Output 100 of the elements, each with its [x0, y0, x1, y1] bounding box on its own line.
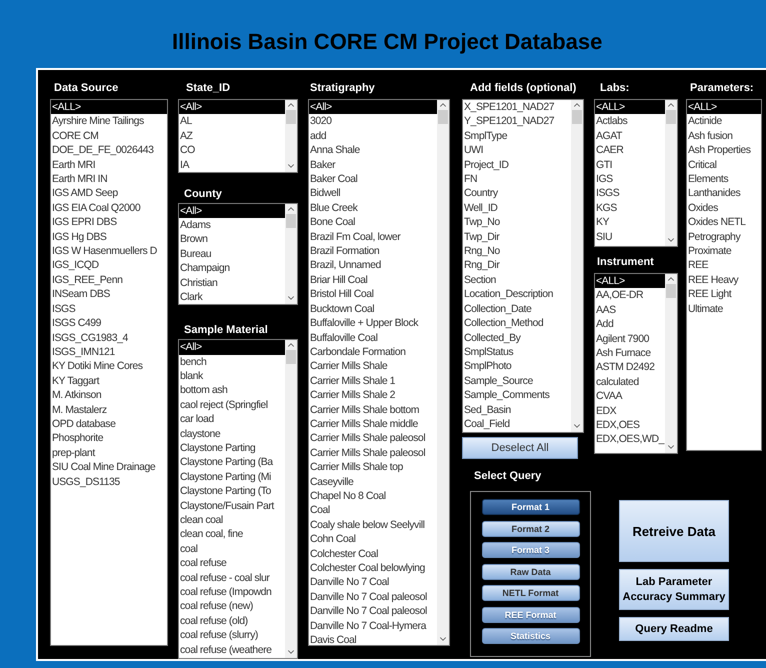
list-item[interactable]: coal refuse (Impowdn [179, 585, 285, 600]
list-item[interactable]: Carrier Mills Shale 2 [309, 388, 437, 403]
list-item[interactable]: Danville No 7 Coal paleosol [309, 590, 437, 604]
list-item[interactable]: coal refuse (slurry) [179, 628, 285, 643]
list-item[interactable]: bench [179, 354, 285, 369]
list-item[interactable]: coal refuse (new) [179, 599, 285, 614]
list-item[interactable]: Rng_No [463, 244, 571, 258]
list-item[interactable]: Rng_Dir [463, 258, 571, 273]
scroll-thumb[interactable] [666, 284, 676, 298]
list-box[interactable]: <All> AL AZ CO IA [178, 98, 298, 173]
list-item[interactable]: Bidwell [309, 186, 437, 201]
list-item[interactable]: <All> [179, 340, 285, 355]
list-item[interactable]: Brazil Fm Coal, lower [309, 230, 437, 244]
list-item[interactable]: CVAA [595, 389, 665, 404]
list-item[interactable]: Critical [687, 158, 761, 172]
list-item[interactable]: Proximate [687, 244, 761, 258]
list-item[interactable]: IGS_ICQD [51, 258, 167, 273]
list-item[interactable]: Location_Description [463, 287, 571, 302]
list-item[interactable]: INSeam DBS [51, 287, 167, 302]
scrollbar[interactable] [285, 204, 297, 304]
scrollbar[interactable] [665, 274, 677, 453]
list-box[interactable]: <ALL> Actinide Ash fusion Ash Properties Critical Elements Lanthanides Oxides Oxides NETL Petrography Proximate REE REE Heavy REE Light Ultimate [686, 99, 762, 451]
list-item[interactable]: clean coal [179, 513, 285, 528]
list-item[interactable]: Baker Coal [309, 172, 437, 186]
list-item[interactable]: CO [179, 143, 285, 158]
list-item[interactable]: AA,OE-DR [595, 288, 665, 303]
list-item[interactable]: Petrography [687, 230, 761, 244]
list-item[interactable]: ASTM D2492 [595, 360, 665, 375]
query-option[interactable]: NETL Format [482, 585, 580, 601]
list-item[interactable]: Collection_Date [463, 302, 571, 316]
list-item[interactable]: add [309, 128, 437, 144]
list-item[interactable]: <ALL> [51, 100, 167, 114]
list-item[interactable]: Oxides [687, 200, 761, 216]
scrollbar[interactable] [285, 340, 297, 658]
list-item[interactable]: DOE_DE_FE_0026443 [51, 143, 167, 158]
list-item[interactable]: Oxides NETL [687, 215, 761, 230]
list-item[interactable]: Danville No 7 Coal paleosol [309, 604, 437, 619]
list-item[interactable]: <All> [179, 100, 285, 114]
list-item[interactable]: coal refuse (weathere [179, 642, 285, 658]
list-item[interactable]: Ash Properties [687, 143, 761, 158]
list-item[interactable]: caol reject (Springfiel [179, 398, 285, 412]
list-item[interactable]: AAS [595, 302, 665, 318]
list-item[interactable]: car load [179, 412, 285, 427]
list-item[interactable]: bottom ash [179, 383, 285, 398]
list-item[interactable]: Claystone Parting (To [179, 484, 285, 499]
list-item[interactable]: Ash Furnace [595, 346, 665, 360]
action-button[interactable]: Retreive Data [619, 500, 729, 562]
list-item[interactable]: IGS Hg DBS [51, 230, 167, 244]
list-item[interactable]: Twp_Dir [463, 230, 571, 244]
list-item[interactable]: ISGS C499 [51, 316, 167, 330]
list-item[interactable]: Claystone Parting (Ba [179, 455, 285, 470]
list-item[interactable]: SIU [595, 230, 665, 244]
list-item[interactable]: KGS [595, 200, 665, 216]
list-item[interactable]: SIU Coal Mine Drainage [51, 460, 167, 475]
list-item[interactable]: <All> [179, 204, 285, 218]
query-option[interactable]: Format 1 [482, 499, 580, 515]
list-item[interactable]: ISGS_CG1983_4 [51, 330, 167, 345]
list-item[interactable]: <ALL> [595, 274, 665, 288]
list-item[interactable]: Brazil, Unnamed [309, 258, 437, 273]
list-item[interactable]: Section [463, 272, 571, 288]
list-item[interactable]: prep-plant [51, 446, 167, 460]
list-item[interactable]: IGS EIA Coal Q2000 [51, 200, 167, 216]
list-item[interactable]: Phosphorite [51, 431, 167, 446]
list-item[interactable]: Chapel No 8 Coal [309, 488, 437, 504]
list-item[interactable]: Danville No 7 Coal-Hymera [309, 618, 437, 634]
list-item[interactable]: SmplType [463, 128, 571, 144]
list-item[interactable]: Davis Coal [309, 633, 437, 645]
list-item[interactable]: Brown [179, 232, 285, 247]
list-item[interactable]: Clark [179, 290, 285, 304]
list-item[interactable]: Elements [687, 172, 761, 186]
list-item[interactable]: IGS [595, 172, 665, 186]
list-item[interactable]: M. Mastalerz [51, 402, 167, 417]
list-item[interactable]: REE Heavy [687, 272, 761, 288]
list-item[interactable]: FN [463, 172, 571, 186]
list-item[interactable]: Christian [179, 276, 285, 290]
list-item[interactable]: M. Atkinson [51, 388, 167, 403]
list-box[interactable]: <All> Adams Brown Bureau Champaign Christian Clark [178, 202, 298, 306]
list-item[interactable]: UWI [463, 143, 571, 158]
list-item[interactable]: Colchester Coal [309, 546, 437, 561]
list-item[interactable]: Baker [309, 158, 437, 172]
list-item[interactable]: Claystone Parting [179, 441, 285, 456]
list-item[interactable]: IGS AMD Seep [51, 186, 167, 201]
list-item[interactable]: Caseyville [309, 474, 437, 489]
list-box[interactable] [308, 99, 450, 646]
list-item[interactable]: CAER [595, 143, 665, 158]
list-item[interactable]: AZ [179, 128, 285, 144]
list-item[interactable]: Sed_Basin [463, 402, 571, 417]
list-item[interactable]: IGS_REE_Penn [51, 272, 167, 288]
action-button[interactable]: Lab Parameter Accuracy Summary [619, 569, 729, 610]
list-item[interactable]: Well_ID [463, 200, 571, 216]
list-item[interactable]: Carrier Mills Shale 1 [309, 374, 437, 388]
list-item[interactable]: REE [687, 258, 761, 273]
list-item[interactable]: Carrier Mills Shale middle [309, 416, 437, 432]
scrollbar[interactable] [571, 100, 583, 432]
list-item[interactable]: SmplStatus [463, 344, 571, 360]
list-item[interactable]: Sample_Comments [463, 388, 571, 403]
list-item[interactable]: SmplPhoto [463, 359, 571, 374]
list-item[interactable]: Collected_By [463, 330, 571, 345]
list-item[interactable]: Bone Coal [309, 215, 437, 230]
scroll-thumb[interactable] [572, 110, 582, 124]
